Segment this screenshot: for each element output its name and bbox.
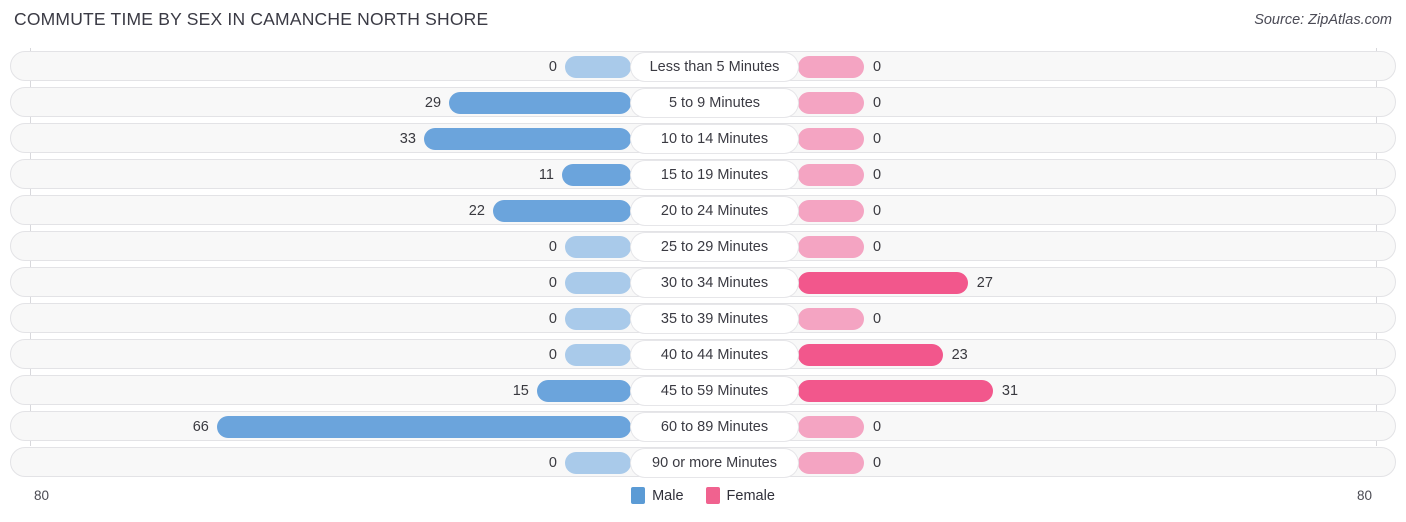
value-label-female: 31 <box>1001 383 1019 399</box>
table-row: 0 0 25 to 29 Minutes <box>10 231 1396 261</box>
legend-swatch-male-icon <box>631 487 646 504</box>
value-label-male: 0 <box>548 311 557 327</box>
value-label-male: 33 <box>399 131 416 147</box>
page-title: COMMUTE TIME BY SEX IN CAMANCHE NORTH SH… <box>14 9 489 29</box>
value-label-male: 66 <box>192 419 209 435</box>
chart-header: COMMUTE TIME BY SEX IN CAMANCHE NORTH SH… <box>0 0 1406 44</box>
table-row: 0 0 90 or more Minutes <box>10 447 1396 477</box>
value-label-female: 0 <box>873 59 882 75</box>
bar-female <box>798 452 864 474</box>
bar-male <box>216 416 631 438</box>
value-label-male: 22 <box>468 203 485 219</box>
chart-root: COMMUTE TIME BY SEX IN CAMANCHE NORTH SH… <box>0 0 1406 522</box>
legend-label-male: Male <box>652 487 684 504</box>
value-label-female: 0 <box>873 419 882 435</box>
value-label-female: 27 <box>976 275 993 291</box>
bar-male <box>565 452 631 474</box>
category-label: 30 to 34 Minutes <box>631 269 798 297</box>
table-row: 22 0 20 to 24 Minutes <box>10 195 1396 225</box>
category-label: 40 to 44 Minutes <box>631 341 798 369</box>
bar-male <box>565 236 631 258</box>
value-label-male: 0 <box>548 347 557 363</box>
bar-female <box>798 128 864 150</box>
table-row: 66 0 60 to 89 Minutes <box>10 411 1396 441</box>
category-label: Less than 5 Minutes <box>631 53 798 81</box>
value-label-male: 11 <box>538 167 554 183</box>
table-row: 11 0 15 to 19 Minutes <box>10 159 1396 189</box>
table-row: 0 0 35 to 39 Minutes <box>10 303 1396 333</box>
chart-legend: Male Female <box>0 487 1406 504</box>
bar-female <box>798 344 943 366</box>
bar-female <box>798 308 864 330</box>
table-row: 33 0 10 to 14 Minutes <box>10 123 1396 153</box>
bar-female <box>798 236 864 258</box>
table-row: 0 0 Less than 5 Minutes <box>10 51 1396 81</box>
category-label: 35 to 39 Minutes <box>631 305 798 333</box>
bar-female <box>798 380 993 402</box>
bar-male <box>536 380 631 402</box>
bar-male <box>565 308 631 330</box>
value-label-female: 0 <box>873 311 882 327</box>
legend-item-male[interactable]: Male <box>631 487 684 504</box>
bar-female <box>798 272 968 294</box>
legend-label-female: Female <box>726 487 775 504</box>
value-label-male: 0 <box>548 455 557 471</box>
category-label: 5 to 9 Minutes <box>631 89 798 117</box>
value-label-female: 0 <box>873 203 882 219</box>
category-label: 20 to 24 Minutes <box>631 197 798 225</box>
plot-area: 0 0 Less than 5 Minutes 29 0 5 to 9 Minutes 33… <box>0 48 1406 484</box>
category-label: 10 to 14 Minutes <box>631 125 798 153</box>
value-label-male: 29 <box>424 95 442 111</box>
category-label: 90 or more Minutes <box>631 449 798 477</box>
category-label: 60 to 89 Minutes <box>631 413 798 441</box>
value-label-female: 23 <box>951 347 968 363</box>
bar-female <box>798 56 864 78</box>
bar-male <box>492 200 631 222</box>
value-label-female: 0 <box>873 167 882 183</box>
category-label: 45 to 59 Minutes <box>631 377 798 405</box>
value-label-male: 0 <box>548 239 557 255</box>
legend-swatch-female-icon <box>705 487 720 504</box>
legend-item-female[interactable]: Female <box>705 487 775 504</box>
bar-male <box>423 128 631 150</box>
category-label: 15 to 19 Minutes <box>631 161 798 189</box>
bar-female <box>798 92 864 114</box>
value-label-female: 0 <box>873 95 882 111</box>
table-row: 15 31 45 to 59 Minutes <box>10 375 1396 405</box>
bar-female <box>798 200 864 222</box>
bar-male <box>565 344 631 366</box>
table-row: 29 0 5 to 9 Minutes <box>10 87 1396 117</box>
bar-female <box>798 416 864 438</box>
category-label: 25 to 29 Minutes <box>631 233 798 261</box>
bar-male <box>565 272 631 294</box>
value-label-male: 0 <box>548 59 557 75</box>
source-attribution: Source: ZipAtlas.com <box>1254 12 1392 28</box>
bar-male <box>565 56 631 78</box>
value-label-female: 0 <box>873 455 882 471</box>
table-row: 0 23 40 to 44 Minutes <box>10 339 1396 369</box>
value-label-male: 15 <box>512 383 529 399</box>
value-label-male: 0 <box>548 275 557 291</box>
bar-female <box>798 164 864 186</box>
bar-male <box>449 92 631 114</box>
table-row: 0 27 30 to 34 Minutes <box>10 267 1396 297</box>
value-label-female: 0 <box>873 131 882 147</box>
value-label-female: 0 <box>873 239 882 255</box>
bar-male <box>561 164 631 186</box>
